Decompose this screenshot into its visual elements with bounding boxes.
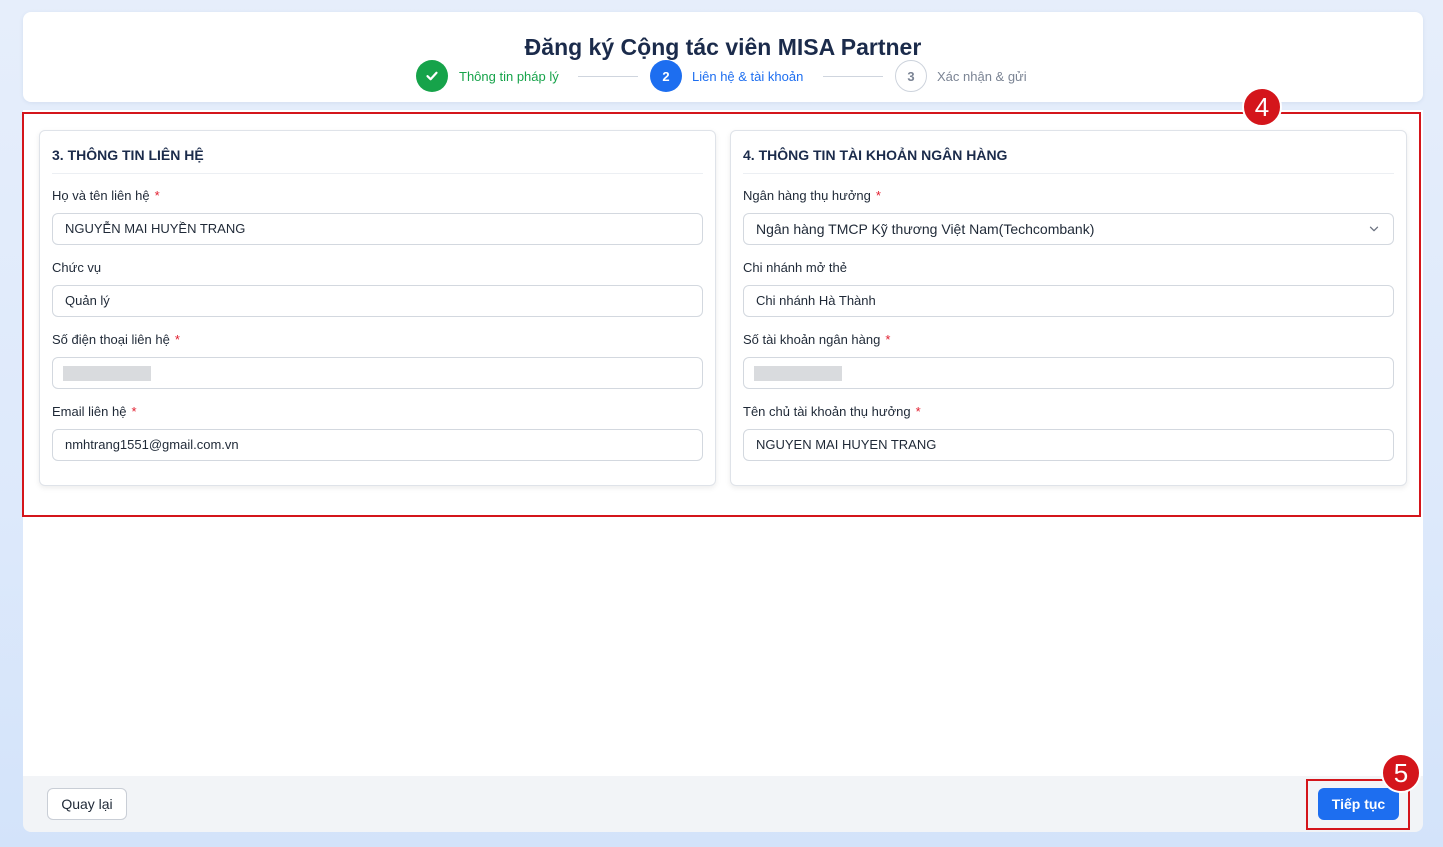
- branch-label: Chi nhánh mở thẻ: [743, 260, 847, 275]
- check-icon: [426, 71, 438, 81]
- account-holder-input[interactable]: NGUYEN MAI HUYEN TRANG: [743, 429, 1394, 461]
- account-number-input[interactable]: [743, 357, 1394, 389]
- email-label: Email liên hệ *: [52, 404, 137, 419]
- footer-bar: [23, 776, 1423, 832]
- phone-input[interactable]: [52, 357, 703, 389]
- continue-button[interactable]: Tiếp tục: [1318, 788, 1399, 820]
- contact-name-input[interactable]: NGUYỄN MAI HUYỀN TRANG: [52, 213, 703, 245]
- redacted-value: [63, 366, 151, 381]
- step-1-label: Thông tin pháp lý: [459, 69, 559, 84]
- step-3-number: 3: [895, 60, 927, 92]
- section-divider: [52, 173, 703, 174]
- section-title: 3. THÔNG TIN LIÊN HỆ: [52, 147, 204, 163]
- step-connector: [578, 76, 638, 77]
- step-1-done: [416, 60, 448, 92]
- section-title: 4. THÔNG TIN TÀI KHOẢN NGÂN HÀNG: [743, 147, 1008, 163]
- bank-select-value: Ngân hàng TMCP Kỹ thương Việt Nam(Techco…: [756, 221, 1095, 237]
- section-divider: [743, 173, 1394, 174]
- account-holder-label: Tên chủ tài khoản thụ hưởng *: [743, 404, 921, 419]
- position-input[interactable]: Quản lý: [52, 285, 703, 317]
- page-title: Đăng ký Cộng tác viên MISA Partner: [524, 34, 922, 60]
- phone-label: Số điện thoại liên hệ *: [52, 332, 180, 347]
- step-2-number: 2: [650, 60, 682, 92]
- redacted-value: [754, 366, 842, 381]
- header-card: Đăng ký Cộng tác viên MISA Partner Thông…: [23, 12, 1423, 102]
- step-connector: [823, 76, 883, 77]
- annotation-badge-5: 5: [1381, 753, 1421, 793]
- bank-section: 4. THÔNG TIN TÀI KHOẢN NGÂN HÀNG Ngân hà…: [730, 130, 1407, 486]
- email-input[interactable]: nmhtrang1551@gmail.com.vn: [52, 429, 703, 461]
- annotation-badge-4: 4: [1242, 87, 1282, 127]
- back-button[interactable]: Quay lại: [47, 788, 127, 820]
- chevron-down-icon: [1369, 226, 1379, 232]
- step-2-label: Liên hệ & tài khoản: [692, 69, 804, 84]
- position-label: Chức vụ: [52, 260, 102, 275]
- bank-name-label: Ngân hàng thụ hưởng *: [743, 188, 881, 203]
- contact-section: 3. THÔNG TIN LIÊN HỆ Họ và tên liên hệ * …: [39, 130, 716, 486]
- contact-name-label: Họ và tên liên hệ *: [52, 188, 160, 203]
- branch-input[interactable]: Chi nhánh Hà Thành: [743, 285, 1394, 317]
- bank-select[interactable]: Ngân hàng TMCP Kỹ thương Việt Nam(Techco…: [743, 213, 1394, 245]
- account-number-label: Số tài khoản ngân hàng *: [743, 332, 891, 347]
- step-3-label: Xác nhận & gửi: [937, 69, 1027, 84]
